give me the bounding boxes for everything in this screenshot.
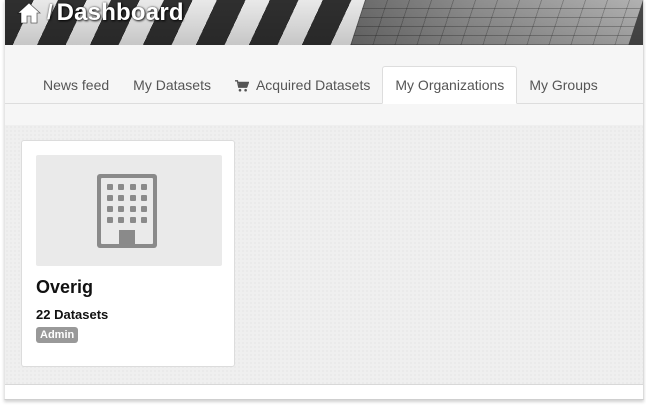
tab-label: News feed <box>43 77 110 93</box>
tab-label: My Organizations <box>395 77 505 93</box>
role-badge: Admin <box>36 327 79 343</box>
tab-my-groups[interactable]: My Groups <box>517 66 609 104</box>
dashboard-page: / Dashboard News feed My Datasets Acquir… <box>4 0 644 400</box>
breadcrumb-separator: / <box>47 1 53 24</box>
tabs-band: News feed My Datasets Acquired Datasets … <box>5 45 643 126</box>
tab-my-datasets[interactable]: My Datasets <box>121 66 223 104</box>
tab-my-organizations[interactable]: My Organizations <box>382 66 518 104</box>
tab-label: My Datasets <box>133 77 211 93</box>
footer-spacer <box>5 385 643 399</box>
tab-news-feed[interactable]: News feed <box>31 66 121 104</box>
cart-icon <box>234 79 250 92</box>
page-title[interactable]: Dashboard <box>57 0 184 27</box>
tab-acquired-datasets[interactable]: Acquired Datasets <box>223 66 382 104</box>
tab-label: My Groups <box>529 77 598 93</box>
organization-name[interactable]: Overig <box>36 277 93 298</box>
tab-label: Acquired Datasets <box>255 77 371 93</box>
building-icon <box>97 174 157 248</box>
breadcrumb: / Dashboard <box>16 0 184 28</box>
organization-card[interactable]: Overig 22 Datasets Admin <box>21 140 235 367</box>
organization-image[interactable] <box>36 155 222 266</box>
organizations-panel: Overig 22 Datasets Admin <box>5 125 643 385</box>
dashboard-tabs: News feed My Datasets Acquired Datasets … <box>31 66 610 104</box>
hero-banner: / Dashboard <box>5 0 643 45</box>
home-icon[interactable] <box>16 2 42 24</box>
organization-dataset-count: 22 Datasets <box>36 307 109 322</box>
